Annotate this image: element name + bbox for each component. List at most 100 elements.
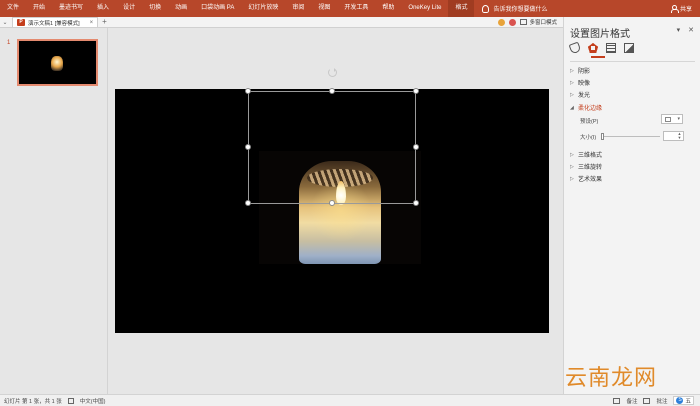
multi-window-button[interactable]: 多窗口模式	[520, 18, 557, 26]
record-icon[interactable]	[509, 18, 517, 26]
ime-toolbar[interactable]: S 五	[673, 396, 694, 405]
resize-handle-sw[interactable]	[245, 200, 251, 206]
preset-swatch-icon	[665, 117, 671, 122]
status-bar: 幻灯片 第 1 张，共 1 张 中文(中国) 备注 批注 S 五	[0, 394, 700, 406]
preset-dropdown[interactable]: ▾	[661, 114, 683, 124]
document-name: 演示文稿1 [兼容模式]	[28, 20, 80, 27]
share-label: 共享	[679, 7, 692, 13]
section-label: 映像	[578, 81, 591, 87]
share-button[interactable]: 共享	[670, 4, 700, 13]
tell-me-box[interactable]: 告诉我你想要做什么	[482, 4, 547, 13]
multi-window-label: 多窗口模式	[529, 20, 557, 26]
candle-thumbnail-image	[51, 56, 63, 71]
tab-home[interactable]: 开始	[26, 0, 52, 17]
notes-button[interactable]: 备注	[626, 397, 637, 405]
resize-handle-se[interactable]	[413, 200, 419, 206]
section-label: 三维旋转	[578, 165, 603, 171]
tell-me-text: 告诉我你想要做什么	[493, 7, 548, 13]
plugin-icon[interactable]	[498, 18, 506, 26]
document-tab[interactable]: P 演示文稿1 [兼容模式] ×	[12, 17, 99, 27]
tab-animations[interactable]: 动画	[168, 0, 194, 17]
chevron-right-icon: ▷	[570, 91, 574, 98]
size-label: 大小(I)	[580, 135, 597, 141]
chevron-right-icon: ▷	[570, 163, 574, 170]
slide-thumbnail-pane: 1	[0, 28, 108, 394]
tab-file[interactable]: 文件	[0, 0, 26, 17]
tab-slideshow[interactable]: 幻灯片放映	[241, 0, 285, 17]
active-icon-underline	[591, 56, 605, 58]
tab-review[interactable]: 审阅	[285, 0, 311, 17]
tab-design[interactable]: 设计	[116, 0, 142, 17]
section-3d-format[interactable]: ▷ 三维格式	[570, 150, 603, 160]
new-tab-button[interactable]: +	[102, 17, 107, 27]
tab-onekey[interactable]: OneKey Lite	[401, 0, 448, 17]
tab-draw[interactable]: 墨迹书写	[52, 0, 90, 17]
slider-knob[interactable]	[601, 133, 604, 140]
section-glow[interactable]: ▷ 发光	[570, 90, 591, 100]
notes-icon	[613, 397, 621, 404]
chevron-right-icon: ▷	[570, 79, 574, 86]
divider	[570, 61, 695, 62]
tab-transitions[interactable]: 切换	[142, 0, 168, 17]
resize-handle-e[interactable]	[413, 144, 419, 150]
chevron-right-icon: ▷	[570, 67, 574, 74]
selection-box	[245, 88, 419, 206]
section-label: 阴影	[578, 69, 591, 75]
resize-handle-ne[interactable]	[413, 88, 419, 94]
slide-canvas	[109, 28, 563, 394]
chevron-right-icon: ▷	[570, 175, 574, 182]
comments-button[interactable]: 批注	[656, 397, 667, 405]
picture-icon[interactable]	[624, 43, 634, 53]
person-icon	[670, 5, 679, 13]
resize-handle-w[interactable]	[245, 144, 251, 150]
ime-mode: 五	[685, 398, 691, 405]
chevron-down-icon[interactable]: ⌄	[0, 19, 10, 26]
rotate-handle[interactable]	[328, 68, 337, 77]
ribbon-tabs: 文件 开始 墨迹书写 插入 设计 切换 动画 口袋动画 PA 幻灯片放映 审阅 …	[0, 0, 700, 17]
pane-options-dropdown[interactable]: ▾	[677, 26, 681, 34]
format-picture-pane: 设置图片格式 ▾ ✕ ▷ 阴影 ▷ 映像 ▷ 发光 ◢ 柔化边缘 预设(P) ▾…	[563, 17, 700, 394]
tab-help[interactable]: 帮助	[375, 0, 401, 17]
spellcheck-icon[interactable]	[67, 397, 74, 404]
preset-label: 预设(P)	[580, 119, 599, 125]
chevron-down-icon: ◢	[570, 104, 574, 111]
fill-line-icon[interactable]	[568, 41, 582, 55]
chevron-down-icon: ▾	[677, 116, 680, 122]
slide-count: 幻灯片 第 1 张，共 1 张	[4, 398, 62, 405]
size-spinner[interactable]: ▲ ▼	[663, 131, 684, 141]
chevron-right-icon: ▷	[570, 151, 574, 158]
pane-close-button[interactable]: ✕	[688, 26, 694, 34]
section-label: 柔化边缘	[578, 106, 603, 112]
section-label: 艺术效果	[578, 177, 603, 183]
size-properties-icon[interactable]	[606, 43, 616, 53]
slide-thumbnail[interactable]	[17, 39, 98, 86]
watermark: 云南龙网	[565, 366, 658, 391]
window-icon	[520, 19, 528, 25]
resize-handle-n[interactable]	[329, 88, 335, 94]
effects-icon[interactable]	[588, 43, 598, 53]
tab-developer[interactable]: 开发工具	[337, 0, 375, 17]
slide-number: 1	[7, 40, 11, 46]
document-tab-bar: ⌄ P 演示文稿1 [兼容模式] × + 多窗口模式	[0, 17, 563, 28]
comments-icon	[643, 397, 651, 404]
resize-handle-nw[interactable]	[245, 88, 251, 94]
tab-format[interactable]: 格式	[448, 0, 475, 17]
powerpoint-icon: P	[17, 19, 25, 26]
section-reflection[interactable]: ▷ 映像	[570, 78, 591, 88]
section-soft-edges[interactable]: ◢ 柔化边缘	[570, 103, 603, 113]
tab-insert[interactable]: 插入	[90, 0, 116, 17]
section-label: 发光	[578, 93, 591, 99]
spin-down-icon[interactable]: ▼	[677, 136, 682, 140]
tab-pocket-animation[interactable]: 口袋动画 PA	[194, 0, 241, 17]
lightbulb-icon	[482, 4, 490, 13]
resize-handle-s[interactable]	[329, 200, 335, 206]
size-slider[interactable]	[601, 133, 660, 140]
section-shadow[interactable]: ▷ 阴影	[570, 66, 591, 76]
section-artistic-effects[interactable]: ▷ 艺术效果	[570, 174, 603, 184]
section-3d-rotation[interactable]: ▷ 三维旋转	[570, 162, 603, 172]
tab-view[interactable]: 视图	[311, 0, 337, 17]
language-indicator[interactable]: 中文(中国)	[80, 397, 106, 405]
close-icon[interactable]: ×	[90, 20, 94, 26]
pane-title: 设置图片格式	[570, 29, 630, 40]
section-label: 三维格式	[578, 153, 603, 159]
